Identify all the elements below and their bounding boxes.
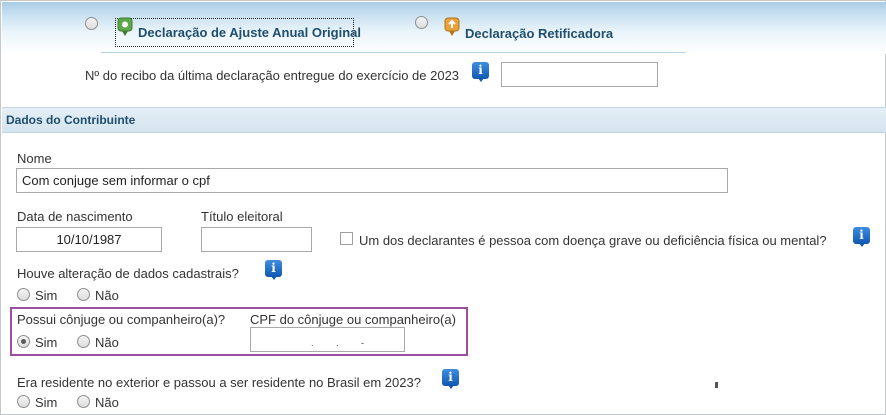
radio-declaracao-retificadora[interactable]: [415, 16, 428, 29]
data-nascimento-label: Data de nascimento: [17, 209, 133, 224]
doenca-grave-label[interactable]: Um dos declarantes é pessoa com doença g…: [359, 233, 827, 248]
original-doc-icon: [117, 17, 133, 36]
retificadora-doc-icon: [444, 17, 460, 36]
conjuge-nao-radio[interactable]: [77, 335, 90, 348]
conjuge-sim-label[interactable]: Sim: [35, 335, 57, 350]
declaracao-retificadora-label[interactable]: Declaração Retificadora: [465, 26, 613, 41]
alteracao-nao-radio[interactable]: [77, 288, 90, 301]
info-icon[interactable]: i: [472, 62, 489, 82]
residente-sim-label[interactable]: Sim: [35, 395, 57, 410]
declaracao-original-label[interactable]: Declaração de Ajuste Anual Original: [138, 25, 361, 40]
cpf-mask-placeholder: . . -: [311, 338, 374, 348]
info-icon[interactable]: i: [442, 369, 459, 389]
nome-label: Nome: [17, 151, 52, 166]
conjuge-sim-radio[interactable]: [17, 335, 30, 348]
declaration-divider: [101, 52, 686, 53]
receipt-label: Nº do recibo da última declaração entreg…: [85, 68, 460, 83]
section-header: Dados do Contribuinte: [2, 107, 886, 133]
doenca-grave-checkbox[interactable]: [340, 232, 353, 245]
residente-nao-label[interactable]: Não: [95, 395, 119, 410]
nome-input[interactable]: Com conjuge sem informar o cpf: [16, 168, 728, 193]
radio-declaracao-original[interactable]: [85, 17, 98, 30]
residente-exterior-label: Era residente no exterior e passou a ser…: [17, 375, 421, 390]
alteracao-nao-label[interactable]: Não: [95, 288, 119, 303]
alteracao-sim-radio[interactable]: [17, 288, 30, 301]
cpf-conjuge-label: CPF do cônjuge ou companheiro(a): [250, 312, 456, 327]
titulo-eleitoral-label: Título eleitoral: [201, 209, 283, 224]
titulo-eleitoral-input[interactable]: [201, 227, 312, 252]
alteracao-cadastral-label: Houve alteração de dados cadastrais?: [17, 266, 239, 281]
conjuge-nao-label[interactable]: Não: [95, 335, 119, 350]
residente-nao-radio[interactable]: [77, 395, 90, 408]
residente-sim-radio[interactable]: [17, 395, 30, 408]
data-nascimento-input[interactable]: 10/10/1987: [16, 227, 162, 252]
text-cursor: [715, 382, 718, 388]
conjuge-label: Possui cônjuge ou companheiro(a)?: [17, 312, 226, 327]
section-title: Dados do Contribuinte: [6, 113, 136, 127]
form-frame: Declaração de Ajuste Anual Original Decl…: [0, 0, 886, 415]
receipt-number-input[interactable]: [501, 62, 658, 87]
info-icon[interactable]: i: [265, 260, 282, 280]
info-icon[interactable]: i: [853, 227, 870, 247]
alteracao-sim-label[interactable]: Sim: [35, 288, 57, 303]
